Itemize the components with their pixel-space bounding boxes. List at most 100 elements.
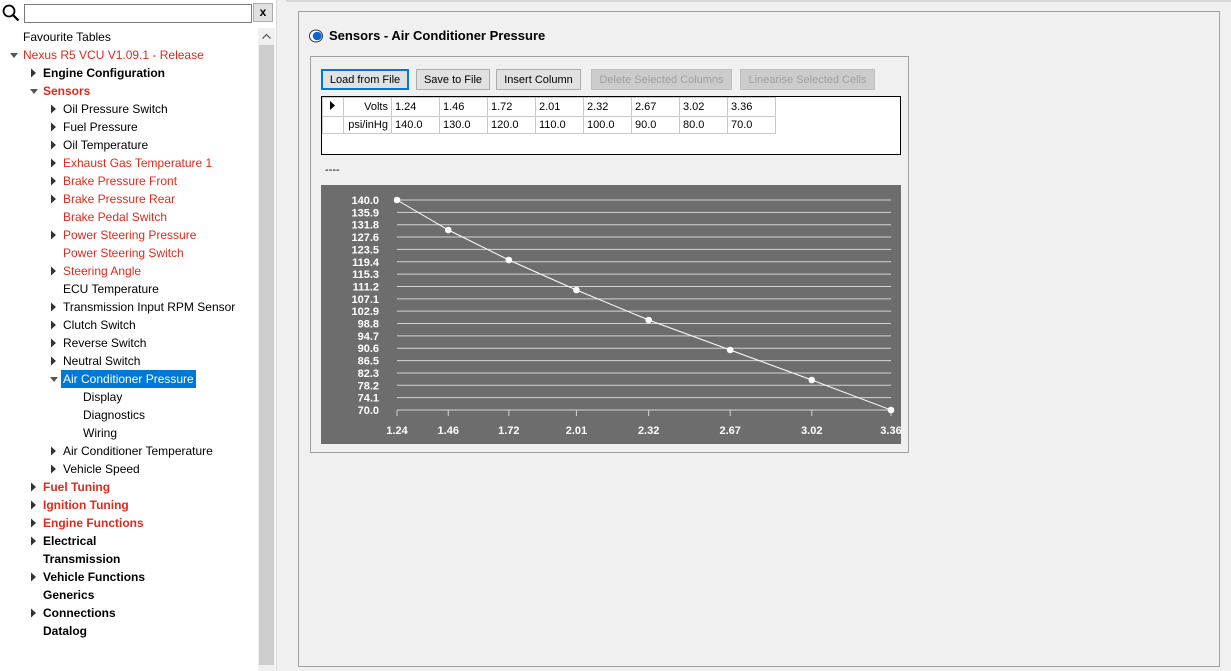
y-tick-label: 82.3	[358, 368, 379, 380]
tree-item[interactable]: Datalog	[0, 622, 258, 640]
scrollbar-thumb[interactable]	[259, 45, 274, 665]
tree-item[interactable]: Nexus R5 VCU V1.09.1 - Release	[0, 46, 258, 64]
table-cell[interactable]: 2.67	[631, 97, 680, 117]
table-cell[interactable]: 1.46	[439, 97, 488, 117]
tree-item[interactable]: Fuel Pressure	[0, 118, 258, 136]
table-cell[interactable]: 100.0	[583, 116, 632, 134]
tree-item[interactable]: Display	[0, 388, 258, 406]
tree-item[interactable]: Ignition Tuning	[0, 496, 258, 514]
y-tick-label: 115.3	[352, 269, 379, 281]
tree-item-label: Oil Temperature	[63, 138, 149, 152]
tree-item[interactable]: Power Steering Pressure	[0, 226, 258, 244]
tree-item[interactable]: Neutral Switch	[0, 352, 258, 370]
status-toggle-icon[interactable]	[309, 29, 323, 43]
tree-item-label: Generics	[43, 588, 95, 602]
table-cell[interactable]: 2.01	[535, 97, 584, 117]
tab-strip	[286, 0, 1231, 2]
collapsed-arrow-icon[interactable]	[48, 118, 60, 136]
tree-item[interactable]: ECU Temperature	[0, 280, 258, 298]
tree-item[interactable]: Electrical	[0, 532, 258, 550]
panel-splitter[interactable]	[276, 0, 286, 671]
data-point	[444, 226, 452, 234]
table-cell[interactable]: 80.0	[679, 116, 728, 134]
collapsed-arrow-icon[interactable]	[48, 226, 60, 244]
tree-item[interactable]: Steering Angle	[0, 262, 258, 280]
collapsed-arrow-icon[interactable]	[28, 478, 40, 496]
tree-item[interactable]: Favourite Tables	[0, 28, 258, 46]
tree-item[interactable]: Wiring	[0, 424, 258, 442]
collapsed-arrow-icon[interactable]	[48, 460, 60, 478]
save-to-file-button[interactable]: Save to File	[416, 69, 490, 90]
load-from-file-button[interactable]: Load from File	[321, 69, 409, 90]
y-tick-label: 107.1	[351, 294, 379, 306]
expanded-arrow-icon[interactable]	[28, 82, 40, 100]
table-cell[interactable]: 1.72	[487, 97, 536, 117]
tree-item[interactable]: Vehicle Speed	[0, 460, 258, 478]
collapsed-arrow-icon[interactable]	[48, 190, 60, 208]
collapsed-arrow-icon[interactable]	[48, 172, 60, 190]
tree-item[interactable]: Brake Pressure Front	[0, 172, 258, 190]
tree-item[interactable]: Engine Configuration	[0, 64, 258, 82]
collapsed-arrow-icon[interactable]	[48, 262, 60, 280]
tree-item-label: Nexus R5 VCU V1.09.1 - Release	[23, 48, 204, 62]
collapsed-arrow-icon[interactable]	[28, 568, 40, 586]
collapsed-arrow-icon[interactable]	[28, 496, 40, 514]
row-expander[interactable]	[322, 97, 344, 117]
table-cell[interactable]: 110.0	[535, 116, 584, 134]
tree-item[interactable]: Engine Functions	[0, 514, 258, 532]
tree-item[interactable]: Oil Pressure Switch	[0, 100, 258, 118]
tree-item[interactable]: Power Steering Switch	[0, 244, 258, 262]
search-input[interactable]	[24, 4, 252, 23]
collapsed-arrow-icon[interactable]	[48, 352, 60, 370]
tree-item[interactable]: Transmission	[0, 550, 258, 568]
y-tick-label: 119.4	[352, 257, 380, 269]
collapsed-arrow-icon[interactable]	[48, 154, 60, 172]
collapsed-arrow-icon[interactable]	[48, 334, 60, 352]
tree-item[interactable]: Oil Temperature	[0, 136, 258, 154]
tree-item[interactable]: Connections	[0, 604, 258, 622]
table-cell[interactable]: 1.24	[391, 97, 440, 117]
table-cell[interactable]: 130.0	[439, 116, 488, 134]
tree-item[interactable]: Brake Pressure Rear	[0, 190, 258, 208]
table-cell[interactable]: 120.0	[487, 116, 536, 134]
status-text: ----	[325, 164, 340, 176]
collapsed-arrow-icon[interactable]	[48, 316, 60, 334]
tree-item[interactable]: Diagnostics	[0, 406, 258, 424]
collapsed-arrow-icon[interactable]	[28, 604, 40, 622]
table-cell[interactable]: 70.0	[727, 116, 776, 134]
collapsed-arrow-icon[interactable]	[28, 64, 40, 82]
table-cell[interactable]: 2.32	[583, 97, 632, 117]
collapsed-arrow-icon[interactable]	[28, 532, 40, 550]
tree-item[interactable]: Clutch Switch	[0, 316, 258, 334]
tree-item[interactable]: Brake Pedal Switch	[0, 208, 258, 226]
insert-column-button[interactable]: Insert Column	[496, 69, 581, 90]
table-cell[interactable]: 3.36	[727, 97, 776, 117]
tree-item[interactable]: Sensors	[0, 82, 258, 100]
delete-selected-columns-button: Delete Selected Columns	[591, 69, 732, 90]
collapsed-arrow-icon[interactable]	[48, 136, 60, 154]
tree-item[interactable]: Air Conditioner Temperature	[0, 442, 258, 460]
table-cell[interactable]: 140.0	[391, 116, 440, 134]
tree-item-label: Air Conditioner Pressure	[61, 370, 196, 388]
collapsed-arrow-icon[interactable]	[48, 100, 60, 118]
tree-item[interactable]: Fuel Tuning	[0, 478, 258, 496]
tree-scrollbar[interactable]	[258, 28, 275, 671]
tree-item[interactable]: Air Conditioner Pressure	[0, 370, 258, 388]
collapsed-arrow-icon[interactable]	[48, 298, 60, 316]
tree-item-label: Transmission Input RPM Sensor	[63, 300, 236, 314]
table-cell[interactable]: 90.0	[631, 116, 680, 134]
tree-item[interactable]: Transmission Input RPM Sensor	[0, 298, 258, 316]
expanded-arrow-icon[interactable]	[48, 370, 60, 388]
clear-search-button[interactable]: x	[253, 3, 273, 22]
scroll-up-icon[interactable]	[258, 28, 275, 45]
tree-item[interactable]: Reverse Switch	[0, 334, 258, 352]
tree-item[interactable]: Exhaust Gas Temperature 1	[0, 154, 258, 172]
collapsed-arrow-icon[interactable]	[28, 514, 40, 532]
tree-item[interactable]: Generics	[0, 586, 258, 604]
expanded-arrow-icon[interactable]	[8, 46, 20, 64]
table-cell[interactable]: 3.02	[679, 97, 728, 117]
tree-item[interactable]: Vehicle Functions	[0, 568, 258, 586]
collapsed-arrow-icon[interactable]	[48, 442, 60, 460]
data-point	[808, 376, 816, 384]
tree-item-label: Reverse Switch	[63, 336, 147, 350]
